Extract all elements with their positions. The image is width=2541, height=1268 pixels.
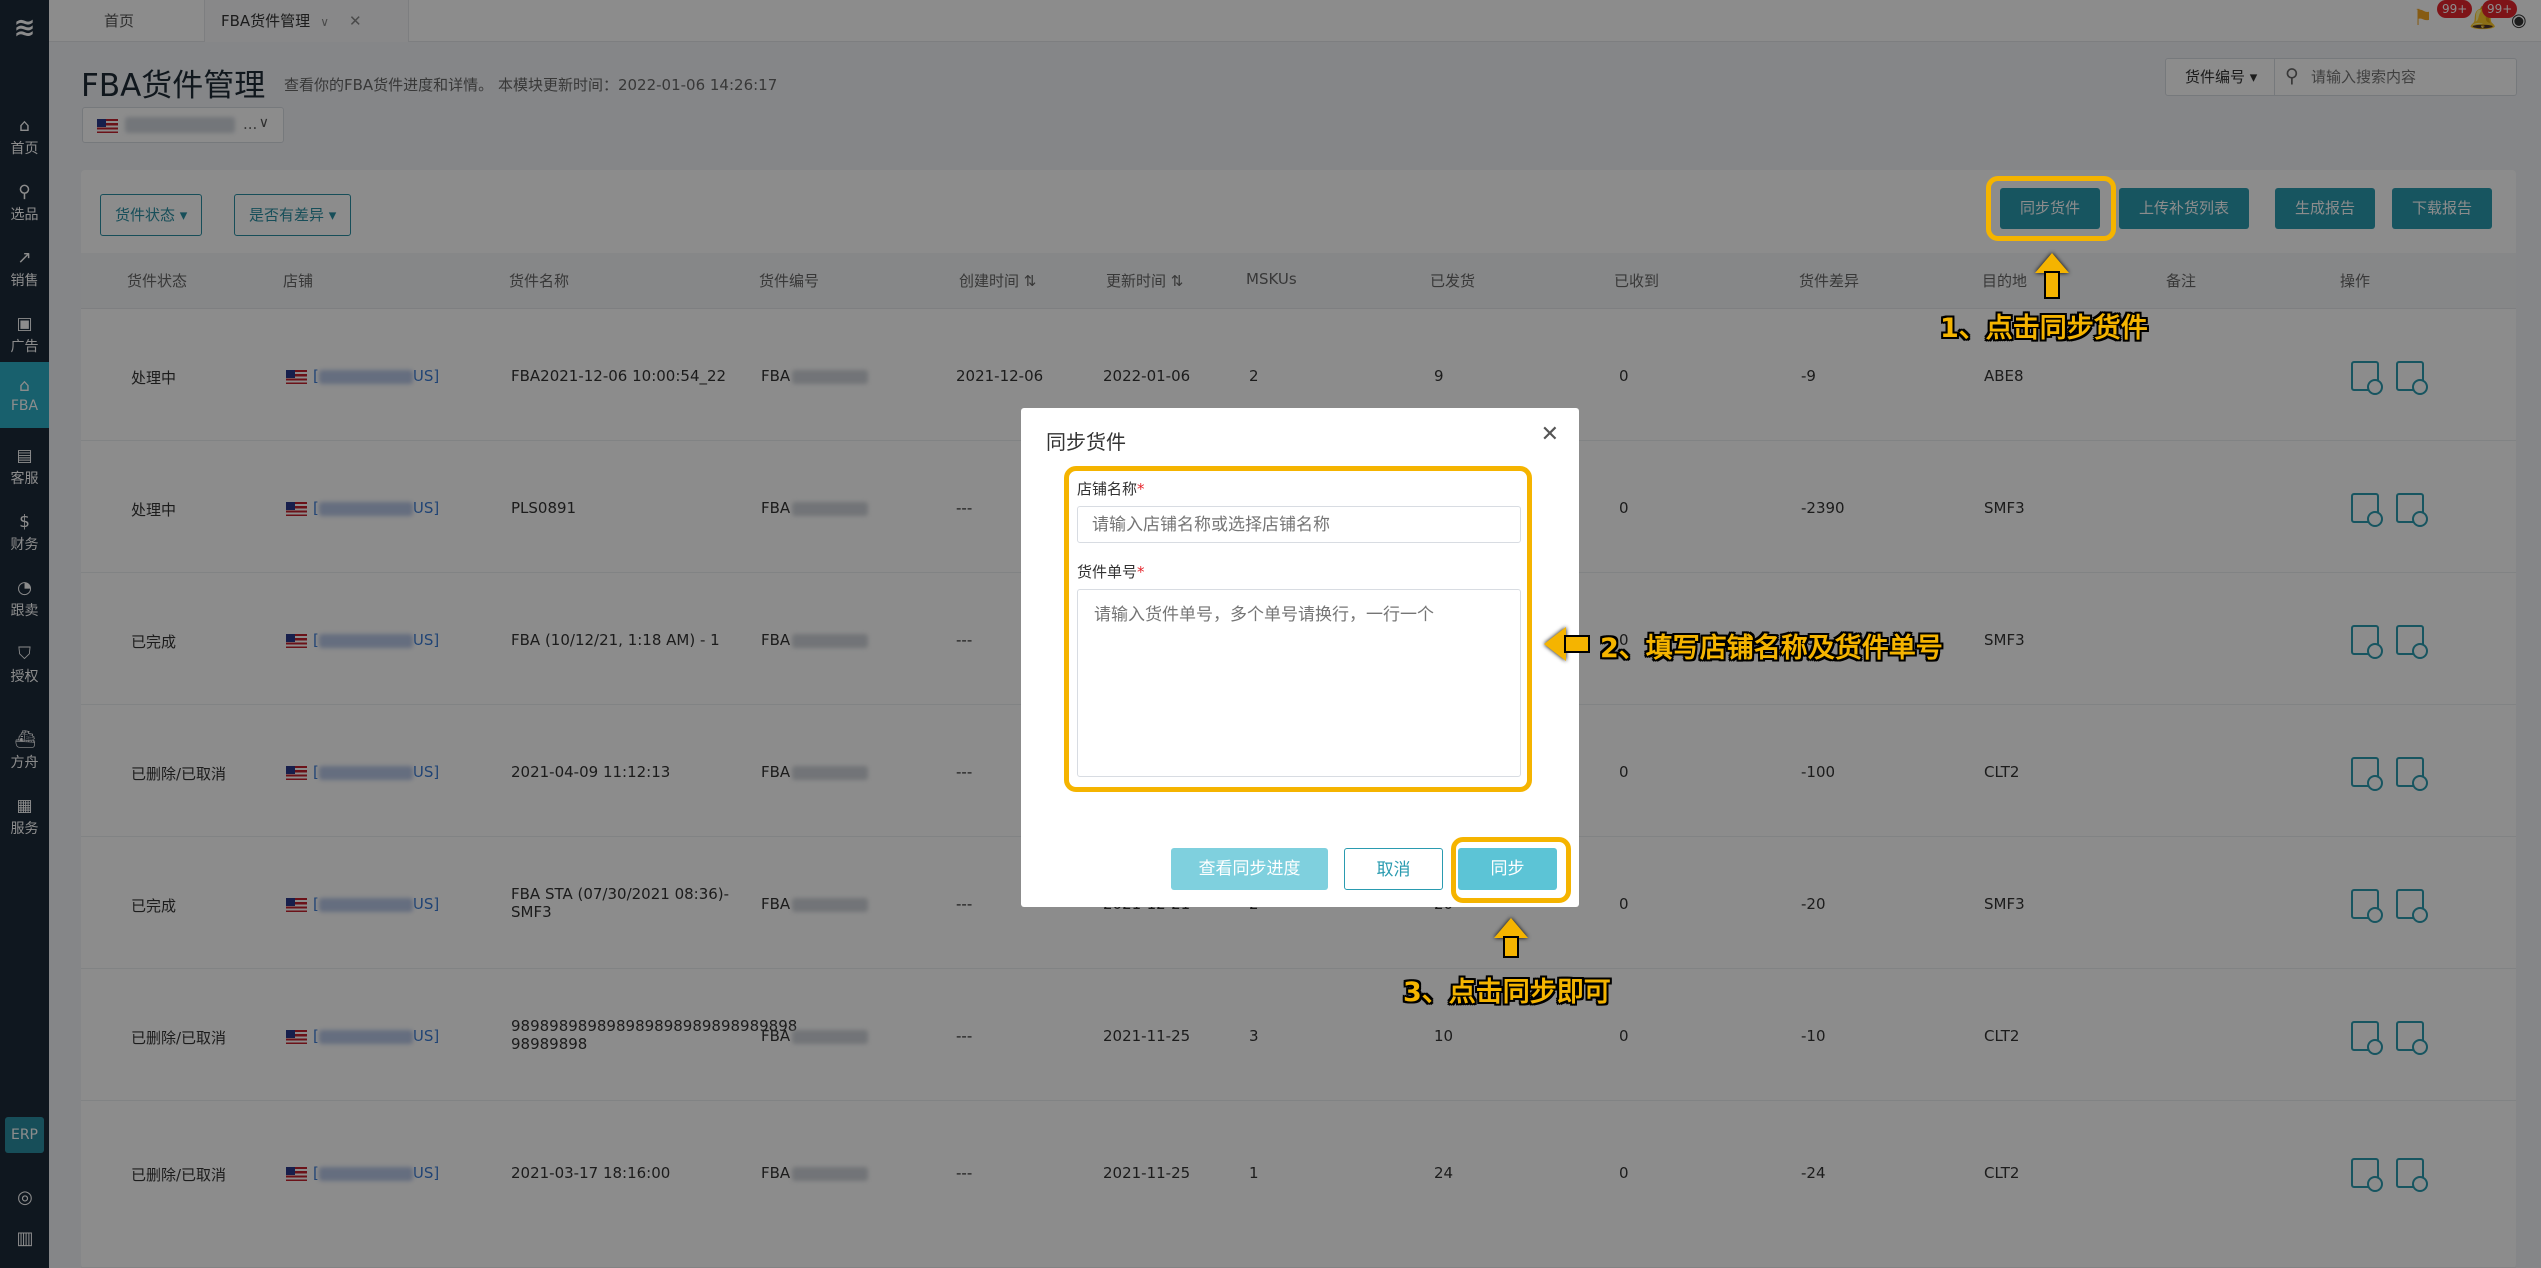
arrow-up-icon bbox=[1494, 918, 1528, 938]
highlight-sync-shipment bbox=[1986, 176, 2116, 241]
dialog-title: 同步货件 bbox=[1046, 430, 1126, 454]
close-icon[interactable]: ✕ bbox=[1541, 422, 1559, 447]
arrow-shaft bbox=[2044, 271, 2060, 299]
cancel-button[interactable]: 取消 bbox=[1344, 848, 1443, 890]
annotation-step1: 1、点击同步货件 bbox=[1940, 313, 2148, 344]
highlight-sync-button bbox=[1451, 837, 1571, 903]
highlight-form-fields bbox=[1064, 466, 1532, 792]
arrow-shaft bbox=[1503, 936, 1519, 958]
arrow-left-icon bbox=[1544, 627, 1566, 661]
annotation-step3: 3、点击同步即可 bbox=[1403, 977, 1611, 1008]
arrow-up-icon bbox=[2035, 253, 2069, 273]
annotation-step2: 2、填写店铺名称及货件单号 bbox=[1600, 633, 1943, 664]
view-sync-progress-button[interactable]: 查看同步进度 bbox=[1171, 848, 1328, 890]
arrow-shaft bbox=[1564, 635, 1590, 653]
